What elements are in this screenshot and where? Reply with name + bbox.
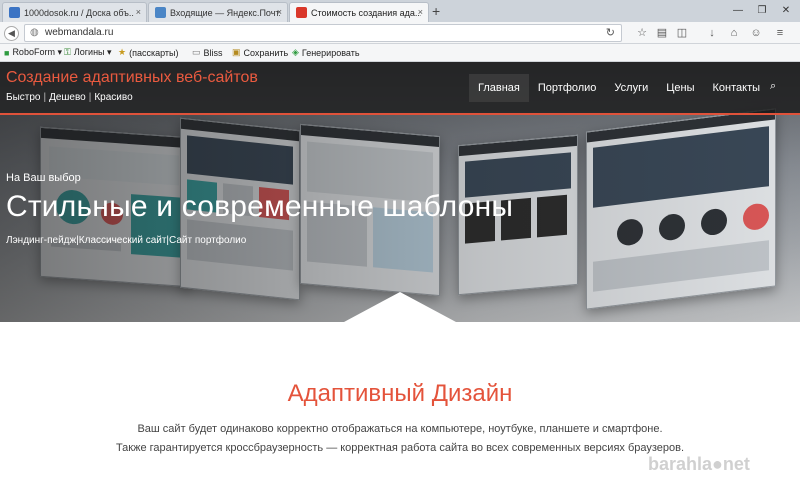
tab-yandex-mail[interactable]: Входящие — Яндекс.Почт... × [148, 2, 288, 22]
hero-banner: Создание адаптивных веб-сайтов Быстро | Де… [0, 62, 800, 322]
tab-favicon-icon [296, 7, 307, 18]
star-icon: ★ [118, 47, 127, 57]
nav-contacts[interactable]: Контакты [704, 74, 770, 102]
nav-home[interactable]: Главная [469, 74, 529, 102]
bookmark-label: Логины ▾ [73, 47, 112, 57]
tagline-word: Быстро [6, 92, 41, 103]
site-tagline: Быстро | Дешево | Красиво [6, 92, 133, 103]
section-title: Адаптивный Дизайн [287, 380, 513, 407]
section-text: Ваш сайт будет одинаково корректно отобр… [0, 420, 800, 458]
site-title[interactable]: Создание адаптивных веб-сайтов [6, 69, 258, 87]
watermark: barahla●net [648, 454, 750, 474]
hero-notch [344, 292, 456, 322]
bookmarks-bar: ■ RoboForm ▾ ⚿ Логины ▾ ★ (пасскарты) ▭ … [0, 44, 800, 62]
download-icon[interactable]: ↓ [704, 25, 720, 41]
section-line: Ваш сайт будет одинаково корректно отобр… [137, 423, 663, 435]
hero-title: Стильные и современные шаблоны [6, 190, 514, 223]
back-button[interactable]: ◀ [4, 26, 19, 41]
roboform-icon: ■ [4, 47, 10, 58]
save-icon: ▣ [232, 47, 241, 57]
url-text: webmandala.ru [45, 27, 114, 38]
key-icon: ⚿ [64, 47, 71, 57]
bookmark-label: Сохранить [243, 47, 289, 58]
nav-portfolio[interactable]: Портфолио [529, 74, 606, 102]
tab-strip: 1000dosok.ru / Доска объ... × Входящие —… [0, 0, 800, 22]
bookmark-logins[interactable]: ⚿ Логины ▾ [64, 47, 112, 58]
hero-kicker: На Ваш выбор [6, 172, 81, 184]
bookmark-passcards[interactable]: ★ (пасскарты) [118, 47, 179, 58]
page-icon: ▭ [192, 47, 201, 57]
home-icon[interactable]: ⌂ [726, 25, 742, 41]
bookmark-save[interactable]: ▣ Сохранить [232, 47, 288, 58]
generate-icon: ◈ [292, 47, 299, 57]
address-bar[interactable]: ◍ webmandala.ru ↻ [24, 24, 622, 42]
search-icon[interactable]: ⌕ [770, 80, 776, 93]
reading-list-icon[interactable]: ▤ [654, 25, 670, 41]
window-close-button[interactable]: ✕ [774, 0, 798, 20]
tab-1000dosok[interactable]: 1000dosok.ru / Доска объ... × [2, 2, 147, 22]
bookmark-star-icon[interactable]: ☆ [634, 25, 650, 41]
pocket-icon[interactable]: ◫ [674, 25, 690, 41]
globe-icon: ◍ [30, 27, 39, 38]
tab-label: 1000dosok.ru / Доска объ... [24, 7, 134, 18]
bookmark-label: Генерировать [301, 47, 360, 58]
tagline-word: Дешево [49, 92, 86, 103]
bookmark-label: (пасскарты) [129, 47, 179, 58]
bookmark-label: RoboForm ▾ [12, 47, 62, 57]
tab-label: Входящие — Яндекс.Почт... [170, 7, 280, 18]
tagline-word: Красиво [94, 92, 133, 103]
nav-prices[interactable]: Цены [657, 74, 703, 102]
menu-icon[interactable]: ≡ [772, 25, 788, 41]
site-nav: Главная Портфолио Услуги Цены Контакты [469, 74, 769, 102]
hello-icon[interactable]: ☺ [748, 25, 764, 41]
tab-favicon-icon [9, 7, 20, 18]
bookmark-label: Bliss [203, 47, 223, 58]
nav-services[interactable]: Услуги [605, 74, 657, 102]
bookmark-roboform[interactable]: ■ RoboForm ▾ [4, 47, 62, 58]
tab-webmandala[interactable]: Стоимость создания ада... × [289, 2, 429, 22]
minimize-button[interactable]: — [726, 0, 750, 20]
reload-icon[interactable]: ↻ [606, 26, 615, 39]
tab-close-icon[interactable]: × [277, 7, 282, 17]
header-divider [0, 113, 800, 115]
maximize-button[interactable]: ❐ [750, 0, 774, 20]
hero-subtitle: Лэндинг-пейдж|Классический сайт|Сайт пор… [6, 235, 247, 246]
tab-close-icon[interactable]: × [418, 7, 423, 17]
bookmark-bliss[interactable]: ▭ Bliss [192, 47, 223, 58]
web-page: Создание адаптивных веб-сайтов Быстро | Де… [0, 62, 800, 479]
tab-favicon-icon [155, 7, 166, 18]
tab-close-icon[interactable]: × [136, 7, 141, 17]
tab-label: Стоимость создания ада... [311, 7, 421, 18]
bookmark-generate[interactable]: ◈ Генерировать [292, 47, 360, 58]
navigation-bar: ◀ ◍ webmandala.ru ↻ ☆ ▤ ◫ ↓ ⌂ ☺ ≡ [0, 22, 800, 44]
new-tab-button[interactable]: + [432, 3, 440, 19]
